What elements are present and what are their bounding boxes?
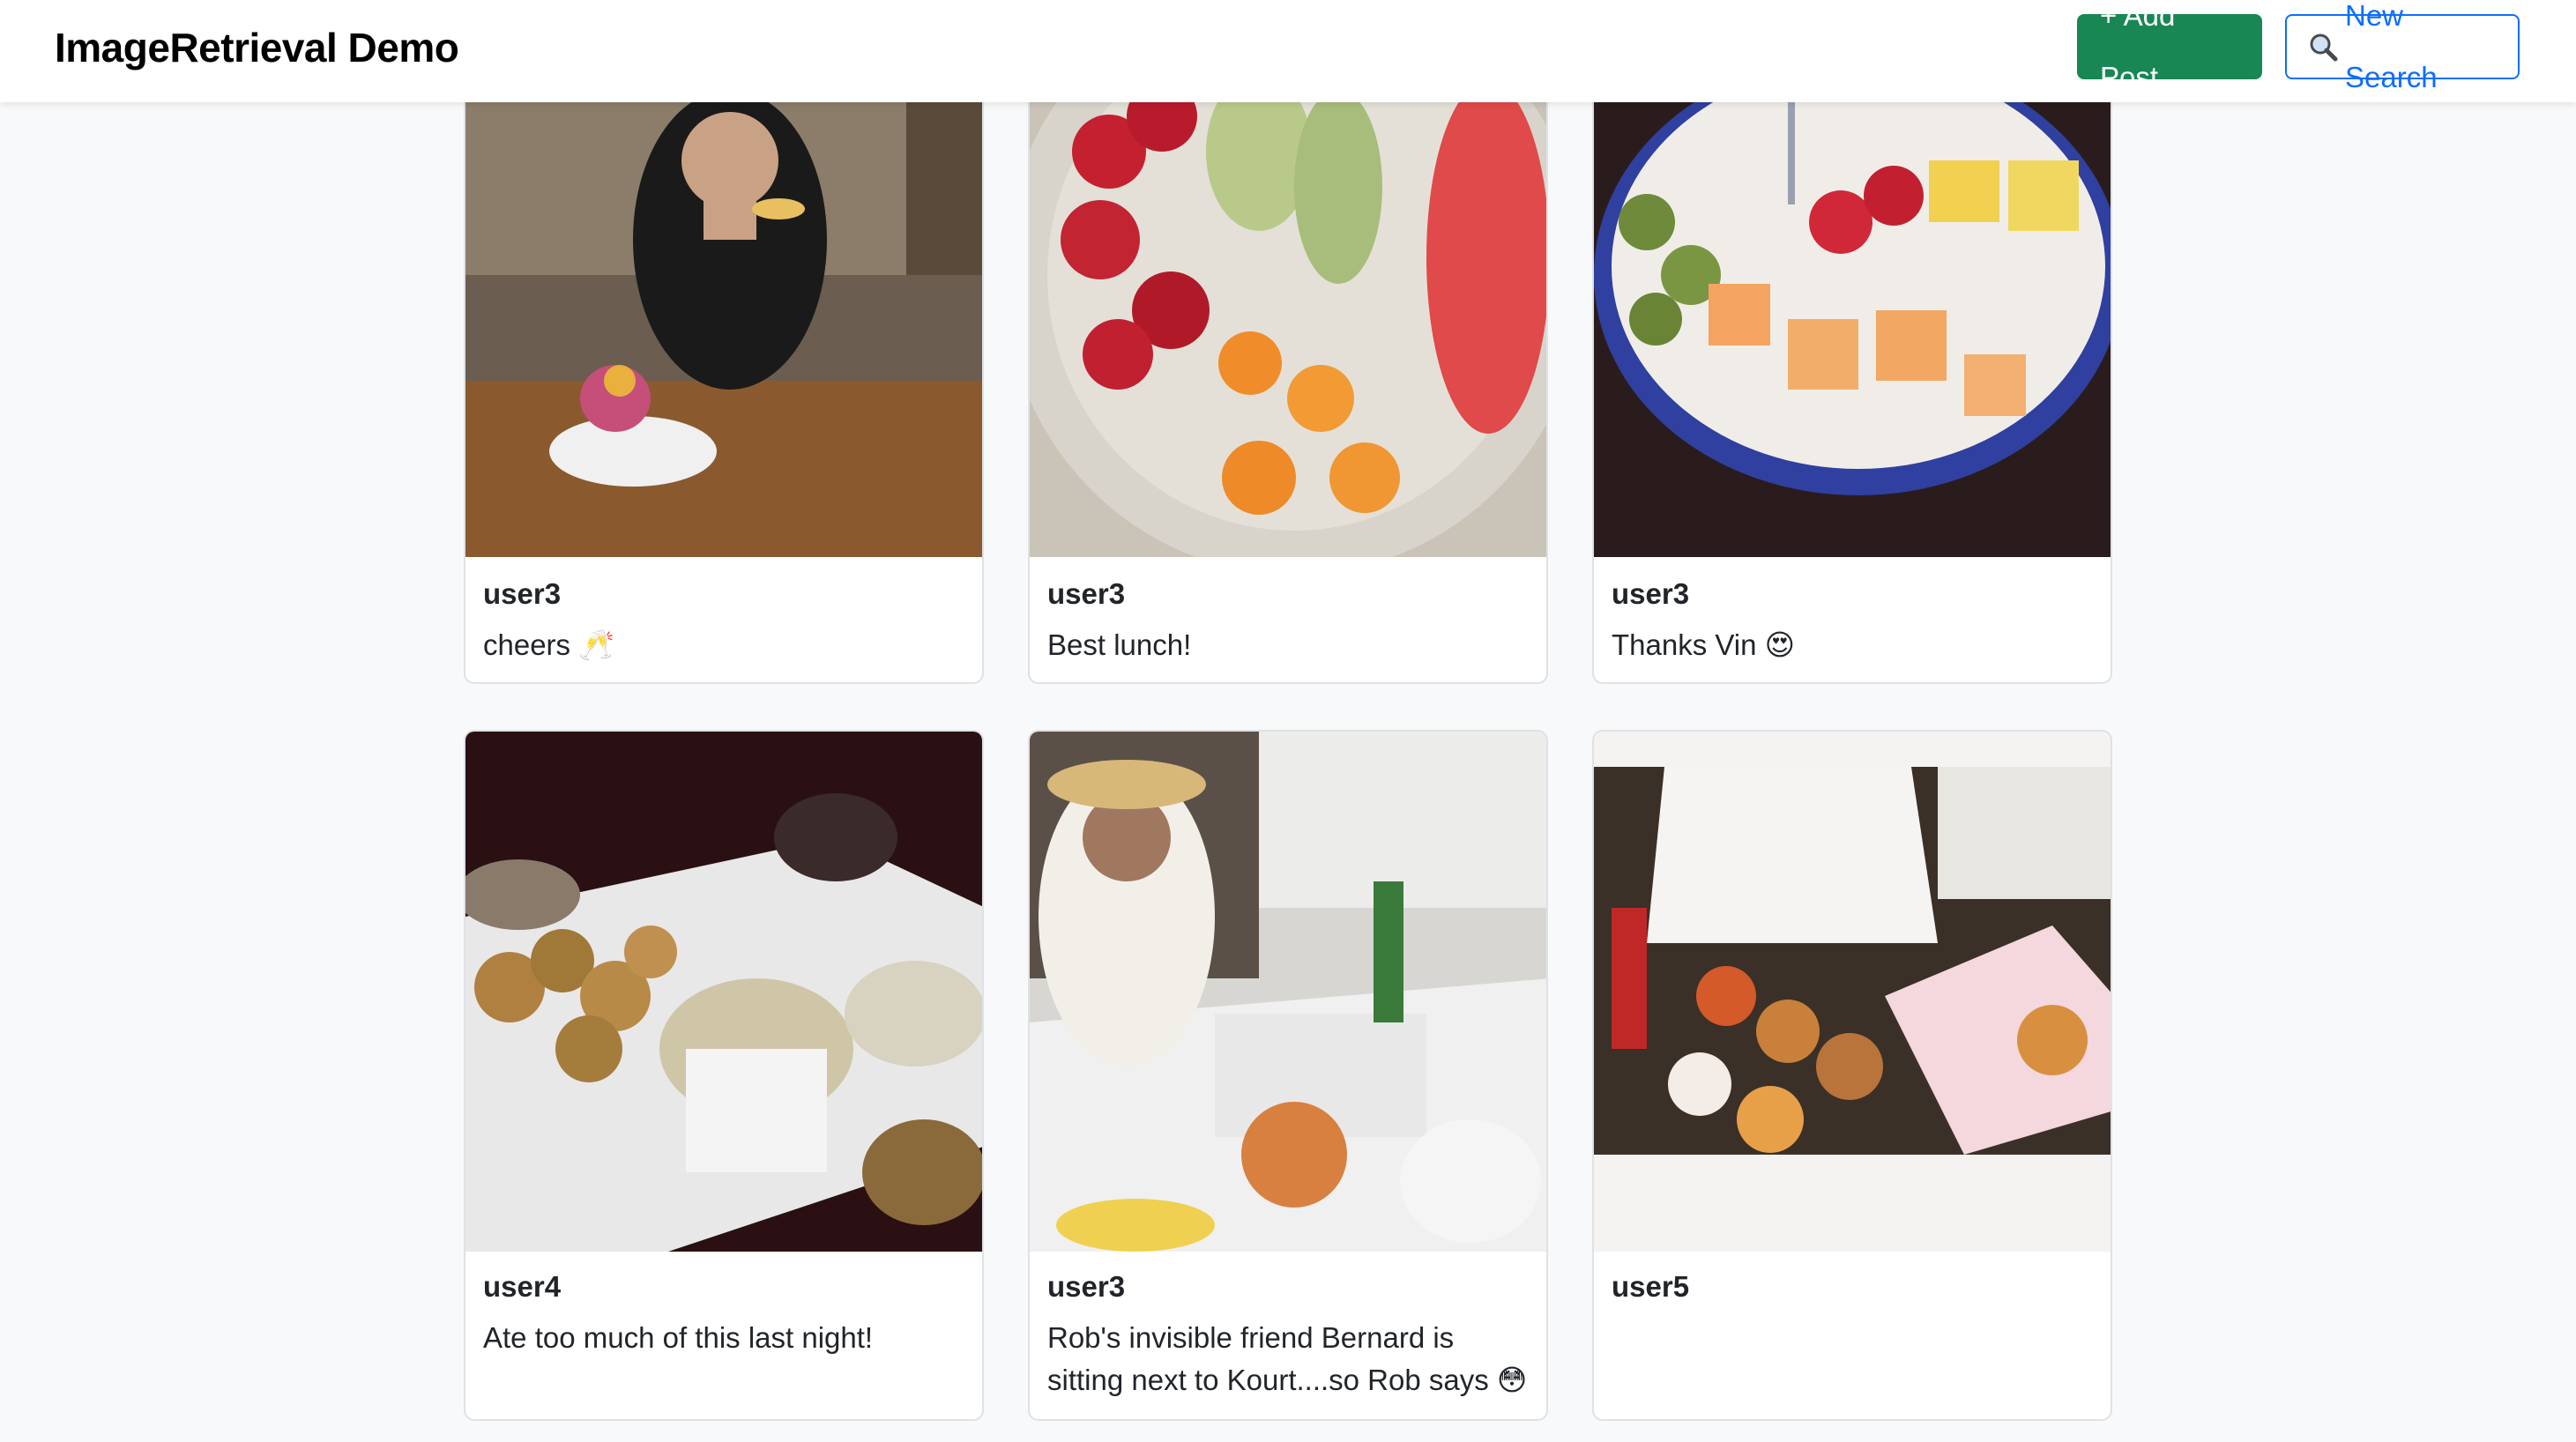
post-caption: cheers 🥂 <box>483 628 615 661</box>
post-caption: Rob's invisible friend Bernard is sittin… <box>1047 1321 1528 1396</box>
add-post-label: + Add Post <box>2100 0 2176 93</box>
post-username: user3 <box>1612 577 1690 610</box>
post-card[interactable]: user4 Ate too much of this last night! <box>464 730 984 1421</box>
top-navbar: ImageRetrieval Demo + Add Post New Searc… <box>0 0 2576 102</box>
post-caption: Best lunch! <box>1047 628 1192 661</box>
post-card[interactable]: user3 Thanks Vin 😍 <box>1592 0 2112 684</box>
post-card[interactable]: user3 Rob's invisible friend Bernard is … <box>1028 730 1548 1421</box>
add-post-button[interactable]: + Add Post <box>2077 0 2262 93</box>
magnifier-icon <box>2308 32 2338 62</box>
post-username: user3 <box>483 577 562 610</box>
post-caption: Ate too much of this last night! <box>483 1321 874 1354</box>
post-grid: user3 cheers 🥂 user3 Best lunch! user3 T… <box>0 0 2576 1442</box>
post-caption: Thanks Vin 😍 <box>1612 628 1796 661</box>
post-username: user4 <box>483 1270 562 1303</box>
post-card[interactable]: user3 Best lunch! <box>1028 0 1548 684</box>
new-search-label: New Search <box>2345 0 2438 93</box>
post-username: user3 <box>1047 1270 1126 1303</box>
post-card[interactable]: user5 <box>1592 730 2112 1421</box>
post-image[interactable] <box>1030 732 1546 1252</box>
post-card[interactable]: user3 cheers 🥂 <box>464 0 984 684</box>
post-username: user5 <box>1612 1270 1690 1303</box>
post-username: user3 <box>1047 577 1126 610</box>
brand-title[interactable]: ImageRetrieval Demo <box>55 23 459 72</box>
post-image[interactable] <box>465 732 982 1252</box>
post-image[interactable] <box>1594 732 2111 1252</box>
new-search-button[interactable]: New Search <box>2285 0 2520 93</box>
